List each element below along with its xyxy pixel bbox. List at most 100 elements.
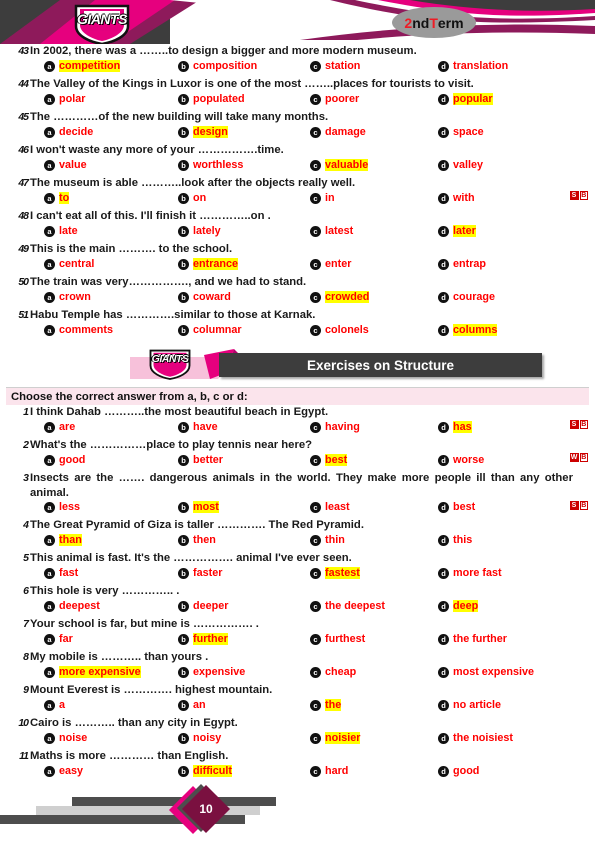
option-c[interactable]: c colonels [310,324,369,336]
option-b[interactable]: b populated [178,93,245,105]
option-b[interactable]: b composition [178,60,257,72]
option-b[interactable]: b worthless [178,159,243,171]
option-b[interactable]: b faster [178,567,222,579]
option-d[interactable]: d no article [438,699,501,711]
option-c[interactable]: c the deepest [310,600,385,612]
option-c[interactable]: c in [310,192,335,204]
option-d[interactable]: d translation [438,60,508,72]
option-a[interactable]: a fast [44,567,78,579]
option-c[interactable]: c enter [310,258,351,270]
option-c[interactable]: c damage [310,126,366,138]
option-b[interactable]: b lately [178,225,221,237]
option-a[interactable]: a are [44,421,75,433]
option-d[interactable]: d most expensive [438,666,534,678]
option-c[interactable]: c the [310,699,342,711]
option-c[interactable]: c furthest [310,633,365,645]
option-letter-icon: b [178,765,189,777]
option-a[interactable]: a central [44,258,94,270]
option-b[interactable]: b difficult [178,765,232,777]
question-number: 50 [18,276,29,288]
option-a[interactable]: a value [44,159,87,171]
question-row: 47 The museum is able ………..look after the… [0,176,595,200]
option-letter-icon: a [44,567,55,579]
footer-bar-tip [254,797,272,806]
option-d[interactable]: d courage [438,291,495,303]
option-text: less [59,501,81,513]
option-a[interactable]: a good [44,454,85,466]
option-b[interactable]: b have [178,421,218,433]
option-c[interactable]: c least [310,501,350,513]
option-c[interactable]: c cheap [310,666,356,678]
option-c[interactable]: c poorer [310,93,359,105]
option-a[interactable]: a more expensive [44,666,141,678]
option-a[interactable]: a deepest [44,600,100,612]
option-d[interactable]: d space [438,126,484,138]
option-a[interactable]: a easy [44,765,83,777]
option-d[interactable]: d has [438,421,472,433]
option-b[interactable]: b columnar [178,324,242,336]
giants-logo: GIANTS Full Level [62,2,142,44]
option-text: enter [325,258,352,270]
option-d[interactable]: d more fast [438,567,502,579]
option-c[interactable]: c station [310,60,360,72]
option-d[interactable]: d columns [438,324,498,336]
option-d[interactable]: d the noisiest [438,732,513,744]
option-c[interactable]: c thin [310,534,345,546]
option-b[interactable]: b coward [178,291,231,303]
option-a[interactable]: a less [44,501,80,513]
option-a[interactable]: a decide [44,126,93,138]
option-b[interactable]: b then [178,534,216,546]
option-a[interactable]: aa [44,699,65,711]
option-b[interactable]: b deeper [178,600,228,612]
option-a[interactable]: a noise [44,732,87,744]
question-number: 51 [18,309,29,321]
option-d[interactable]: d entrap [438,258,486,270]
option-b[interactable]: b noisy [178,732,221,744]
option-a[interactable]: a to [44,192,70,204]
option-a[interactable]: a polar [44,93,85,105]
question-number: 3 [23,472,29,484]
option-d[interactable]: d good [438,765,479,777]
option-text: entrance [193,258,239,270]
option-d[interactable]: d with [438,192,475,204]
option-c[interactable]: c having [310,421,360,433]
option-b[interactable]: b further [178,633,228,645]
option-c[interactable]: c latest [310,225,353,237]
question-number: 44 [18,78,29,90]
option-c[interactable]: c noisier [310,732,361,744]
option-d[interactable]: d valley [438,159,483,171]
option-d[interactable]: d deep [438,600,479,612]
option-letter-icon: c [310,258,321,270]
option-a[interactable]: a far [44,633,73,645]
option-letter-icon: c [310,60,321,72]
option-c[interactable]: c fastest [310,567,360,579]
option-d[interactable]: d best [438,501,475,513]
option-text: to [59,192,70,204]
option-d[interactable]: d popular [438,93,493,105]
option-b[interactable]: b entrance [178,258,239,270]
option-b[interactable]: b design [178,126,228,138]
option-c[interactable]: c valuable [310,159,369,171]
question-item: 49 This is the main ………. to the school. a c… [0,242,595,275]
option-b[interactable]: b an [178,699,206,711]
option-a[interactable]: a crown [44,291,91,303]
option-d[interactable]: d this [438,534,472,546]
option-letter-icon: a [44,699,55,711]
option-c[interactable]: c crowded [310,291,370,303]
option-b[interactable]: b expensive [178,666,245,678]
option-b[interactable]: b most [178,501,219,513]
option-c[interactable]: c best [310,454,348,466]
option-a[interactable]: a late [44,225,78,237]
option-group: a comments b columnar c colonels d columns [0,324,595,341]
option-a[interactable]: a competition [44,60,121,72]
option-b[interactable]: b better [178,454,223,466]
option-d[interactable]: d worse [438,454,484,466]
option-c[interactable]: c hard [310,765,348,777]
option-text: poorer [325,93,360,105]
option-d[interactable]: d the further [438,633,507,645]
option-a[interactable]: a comments [44,324,113,336]
option-b[interactable]: b on [178,192,206,204]
option-letter-icon: b [178,225,189,237]
option-a[interactable]: a than [44,534,82,546]
option-d[interactable]: d later [438,225,476,237]
